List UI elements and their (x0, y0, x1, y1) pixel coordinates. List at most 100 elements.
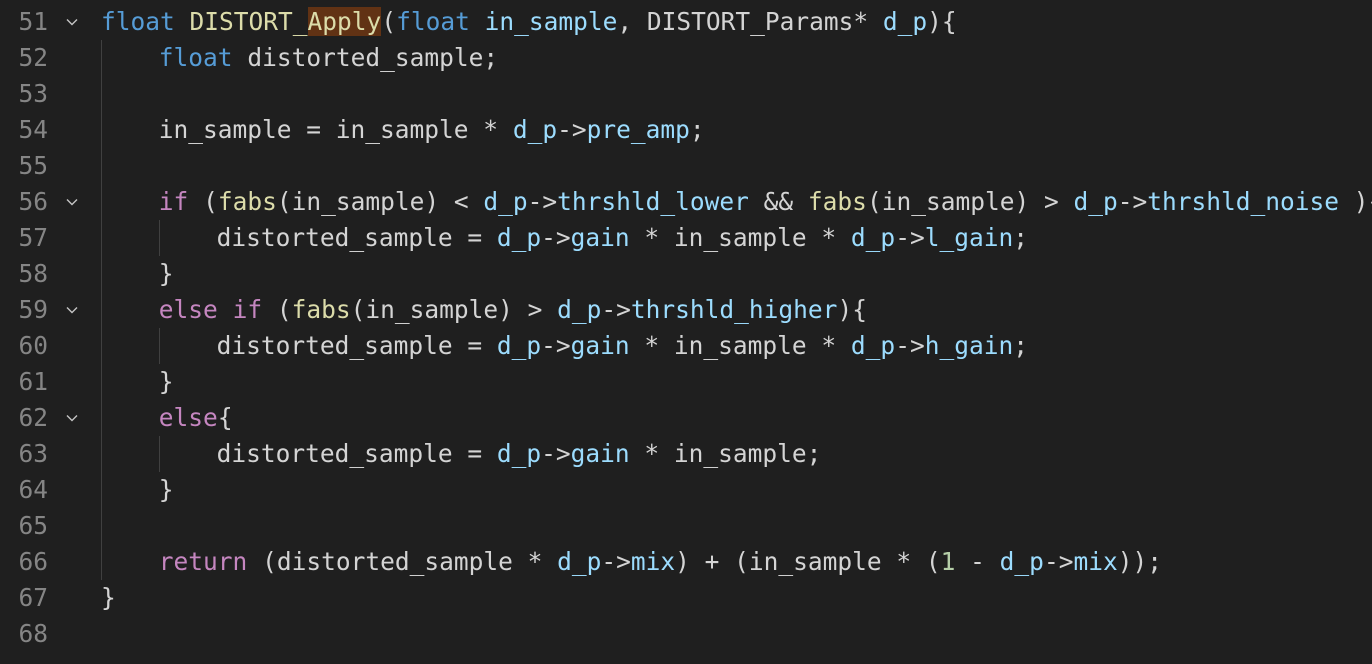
code-token: , DISTORT_Params* (617, 7, 883, 36)
code-token: distorted_sample = (216, 223, 497, 252)
code-token: (distorted_sample * (247, 547, 558, 576)
code-token: ( (262, 295, 292, 324)
code-token: * in_sample * (629, 223, 851, 252)
code-line[interactable]: 51 float DISTORT_Apply(float in_sample, D… (0, 4, 1372, 40)
code-token: ; (1013, 331, 1028, 360)
chevron-down-icon[interactable] (66, 412, 78, 424)
code-token: { (217, 403, 233, 432)
code-line[interactable]: 53 (0, 76, 1372, 112)
code-token: d_p (850, 223, 896, 252)
code-line[interactable]: 65 (0, 508, 1372, 544)
code-text: } (101, 580, 116, 616)
code-token: return (158, 547, 248, 576)
code-line[interactable]: 68 (0, 616, 1372, 652)
code-token: )); (1117, 547, 1162, 576)
code-token: ; (689, 115, 705, 144)
code-token: (in_sample) > (350, 295, 558, 324)
line-number: 55 (18, 151, 48, 180)
code-text: else if (fabs(in_sample) > d_p->thrshld_… (159, 292, 867, 328)
code-token: float (158, 43, 233, 72)
chevron-down-icon[interactable] (66, 196, 78, 208)
code-token: d_p (483, 187, 528, 216)
code-token: distorted_sample = (216, 439, 497, 468)
code-token: d_p (512, 115, 558, 144)
chevron-down-icon[interactable] (66, 304, 78, 316)
code-token: * in_sample * (629, 331, 851, 360)
line-number: 56 (18, 187, 48, 216)
code-token: h_gain (924, 331, 1014, 360)
code-token: d_p (557, 295, 602, 324)
code-token: float (101, 7, 175, 36)
code-token: if (232, 295, 263, 324)
search-match-highlight: Apply (307, 7, 382, 36)
code-token: -> (1117, 187, 1148, 216)
indent-guide (101, 40, 102, 580)
code-token: d_p (999, 547, 1044, 576)
line-number: 52 (18, 43, 48, 72)
code-token: (in_sample) > (866, 187, 1074, 216)
code-line[interactable]: 62 else{ (0, 400, 1372, 436)
code-token: gain (570, 223, 630, 252)
code-token: mix (1073, 547, 1118, 576)
code-line[interactable]: 60 distorted_sample = d_p->gain * in_samp… (0, 328, 1372, 364)
line-number: 58 (18, 259, 48, 288)
code-line[interactable]: 57 distorted_sample = d_p->gain * in_samp… (0, 220, 1372, 256)
code-line[interactable]: 66 return (distorted_sample * d_p->mix) +… (0, 544, 1372, 580)
code-line[interactable]: 64} (0, 472, 1372, 508)
code-token: thrshld_lower (557, 187, 749, 216)
code-token: (in_sample) < (276, 187, 484, 216)
code-line[interactable]: 58} (0, 256, 1372, 292)
code-editor[interactable]: 51 float DISTORT_Apply(float in_sample, D… (0, 0, 1372, 664)
code-line[interactable]: 54 in_sample = in_sample * d_p->pre_amp; (0, 112, 1372, 148)
code-token: DISTORT_ (189, 7, 308, 36)
code-token: d_p (557, 547, 602, 576)
code-line[interactable]: 67} (0, 580, 1372, 616)
code-token: -> (895, 331, 925, 360)
code-token: && (748, 187, 808, 216)
code-line[interactable]: 52 float distorted_sample; (0, 40, 1372, 76)
code-token: -> (601, 295, 631, 324)
code-token: -> (557, 115, 587, 144)
code-text: float distorted_sample; (159, 40, 498, 76)
code-token: float (396, 7, 470, 36)
code-text: distorted_sample = d_p->gain * in_sample… (217, 436, 822, 472)
code-token: * in_sample; (629, 439, 822, 468)
code-text: } (159, 364, 174, 400)
code-line[interactable]: 56 if (fabs(in_sample) < d_p->thrshld_low… (0, 184, 1372, 220)
code-text: return (distorted_sample * d_p->mix) + (… (159, 544, 1162, 580)
indent-guide (158, 436, 160, 472)
code-token: d_p (850, 331, 896, 360)
code-token: -> (527, 187, 558, 216)
code-token: fabs (807, 187, 867, 216)
line-number: 59 (18, 295, 48, 324)
code-token: d_p (496, 439, 542, 468)
code-text: else{ (159, 400, 233, 436)
code-token: - (955, 547, 1000, 576)
code-line[interactable]: 55 (0, 148, 1372, 184)
code-text: } (159, 472, 174, 508)
line-number: 61 (18, 367, 48, 396)
code-token: in_sample (484, 7, 618, 36)
code-token: d_p (496, 331, 542, 360)
code-token: else (158, 403, 218, 432)
line-number: 51 (18, 7, 48, 36)
code-token: -> (601, 547, 631, 576)
code-token: d_p (496, 223, 542, 252)
code-line[interactable]: 61} (0, 364, 1372, 400)
code-token: gain (570, 439, 630, 468)
code-token: ( (381, 7, 397, 36)
chevron-down-icon[interactable] (66, 16, 78, 28)
code-text: float DISTORT_Apply(float in_sample, DIS… (101, 4, 957, 40)
code-token: ){ (837, 295, 867, 324)
code-line[interactable]: 63 distorted_sample = d_p->gain * in_samp… (0, 436, 1372, 472)
code-token: } (158, 367, 174, 396)
code-line[interactable]: 59 else if (fabs(in_sample) > d_p->thrshl… (0, 292, 1372, 328)
code-token: thrshld_noise (1147, 187, 1339, 216)
indent-guide (158, 220, 160, 256)
code-token: d_p (882, 7, 928, 36)
code-token: -> (541, 439, 571, 468)
code-token: l_gain (924, 223, 1014, 252)
code-token: ){ (927, 7, 957, 36)
